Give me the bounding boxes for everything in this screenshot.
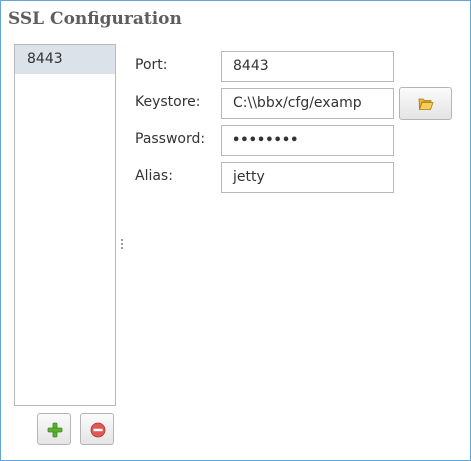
grip-dot [121, 243, 123, 245]
splitter-handle[interactable] [120, 239, 124, 253]
remove-button[interactable] [80, 413, 114, 445]
alias-label: Alias: [135, 168, 173, 184]
keystore-field[interactable]: C:\\bbx/cfg/examp [221, 88, 394, 119]
folder-open-icon [418, 98, 434, 110]
minus-circle-icon [90, 422, 106, 438]
grip-dot [121, 247, 123, 249]
plus-icon [47, 422, 63, 438]
port-list[interactable]: 8443 [14, 44, 116, 406]
keystore-label: Keystore: [135, 94, 201, 110]
password-label: Password: [135, 131, 206, 147]
add-button[interactable] [37, 413, 71, 445]
port-field[interactable]: 8443 [221, 51, 394, 82]
browse-keystore-button[interactable] [399, 87, 452, 120]
port-label: Port: [135, 57, 168, 73]
list-item[interactable]: 8443 [15, 45, 115, 74]
alias-field[interactable]: jetty [221, 162, 394, 193]
grip-dot [121, 239, 123, 241]
ssl-configuration-panel: SSL Configuration 8443 Port: 8443 Keysto… [0, 0, 471, 461]
panel-title: SSL Configuration [8, 9, 182, 29]
password-field[interactable]: •••••••• [221, 125, 394, 156]
